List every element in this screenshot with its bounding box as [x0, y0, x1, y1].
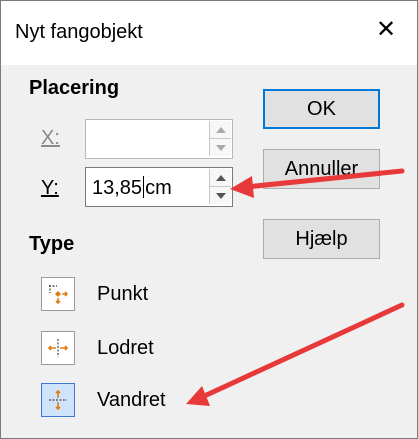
x-label-text: X: — [41, 127, 60, 149]
cancel-button[interactable]: Annuller — [263, 149, 380, 189]
close-icon[interactable]: ✕ — [371, 15, 401, 45]
y-label: Y: — [41, 177, 59, 200]
x-spin-buttons[interactable] — [209, 121, 231, 157]
snap-point-label[interactable]: Punkt — [97, 283, 148, 306]
snap-vertical-icon — [47, 339, 69, 357]
x-spin-up-icon[interactable] — [209, 121, 231, 138]
snap-vertical-label[interactable]: Lodret — [97, 337, 154, 360]
y-value: 13,85 — [92, 177, 143, 199]
snap-horizontal-label[interactable]: Vandret — [97, 389, 166, 412]
y-unit: cm — [145, 177, 172, 199]
y-spin-buttons[interactable] — [209, 169, 231, 205]
y-position-field[interactable]: 13,85 cm — [85, 167, 233, 207]
snap-point-text: Punkt — [97, 283, 149, 305]
new-snap-object-dialog: Nyt fangobjekt ✕ Placering X: Y: 13,85 cm — [0, 0, 418, 439]
y-value-wrapper: 13,85 cm — [92, 176, 172, 200]
snap-horizontal-icon — [49, 389, 67, 411]
help-button[interactable]: Hjælp — [263, 219, 380, 259]
ok-button[interactable]: OK — [263, 89, 380, 129]
snap-horizontal-text: Vandret — [97, 389, 166, 411]
snap-vertical-text: Lodret — [97, 337, 154, 359]
text-cursor — [143, 176, 145, 198]
y-label-text: Y: — [41, 177, 59, 199]
help-button-label: Hjælp — [295, 227, 348, 250]
snap-vertical-button[interactable] — [41, 331, 75, 365]
y-spin-down-icon[interactable] — [209, 186, 231, 204]
title-bar: Nyt fangobjekt ✕ — [1, 1, 417, 65]
placement-heading: Placering — [29, 77, 120, 99]
x-spin-down-icon[interactable] — [209, 138, 231, 156]
x-position-field[interactable] — [85, 119, 233, 159]
type-heading: Type — [29, 233, 75, 255]
dialog-title: Nyt fangobjekt — [15, 21, 143, 43]
snap-horizontal-button[interactable] — [41, 383, 75, 417]
snap-point-button[interactable] — [41, 277, 75, 311]
dialog-body: Placering X: Y: 13,85 cm Type Punkt Lodr… — [1, 65, 417, 438]
x-label: X: — [41, 127, 60, 150]
snap-point-icon — [49, 285, 69, 305]
y-spin-up-icon[interactable] — [209, 169, 231, 186]
